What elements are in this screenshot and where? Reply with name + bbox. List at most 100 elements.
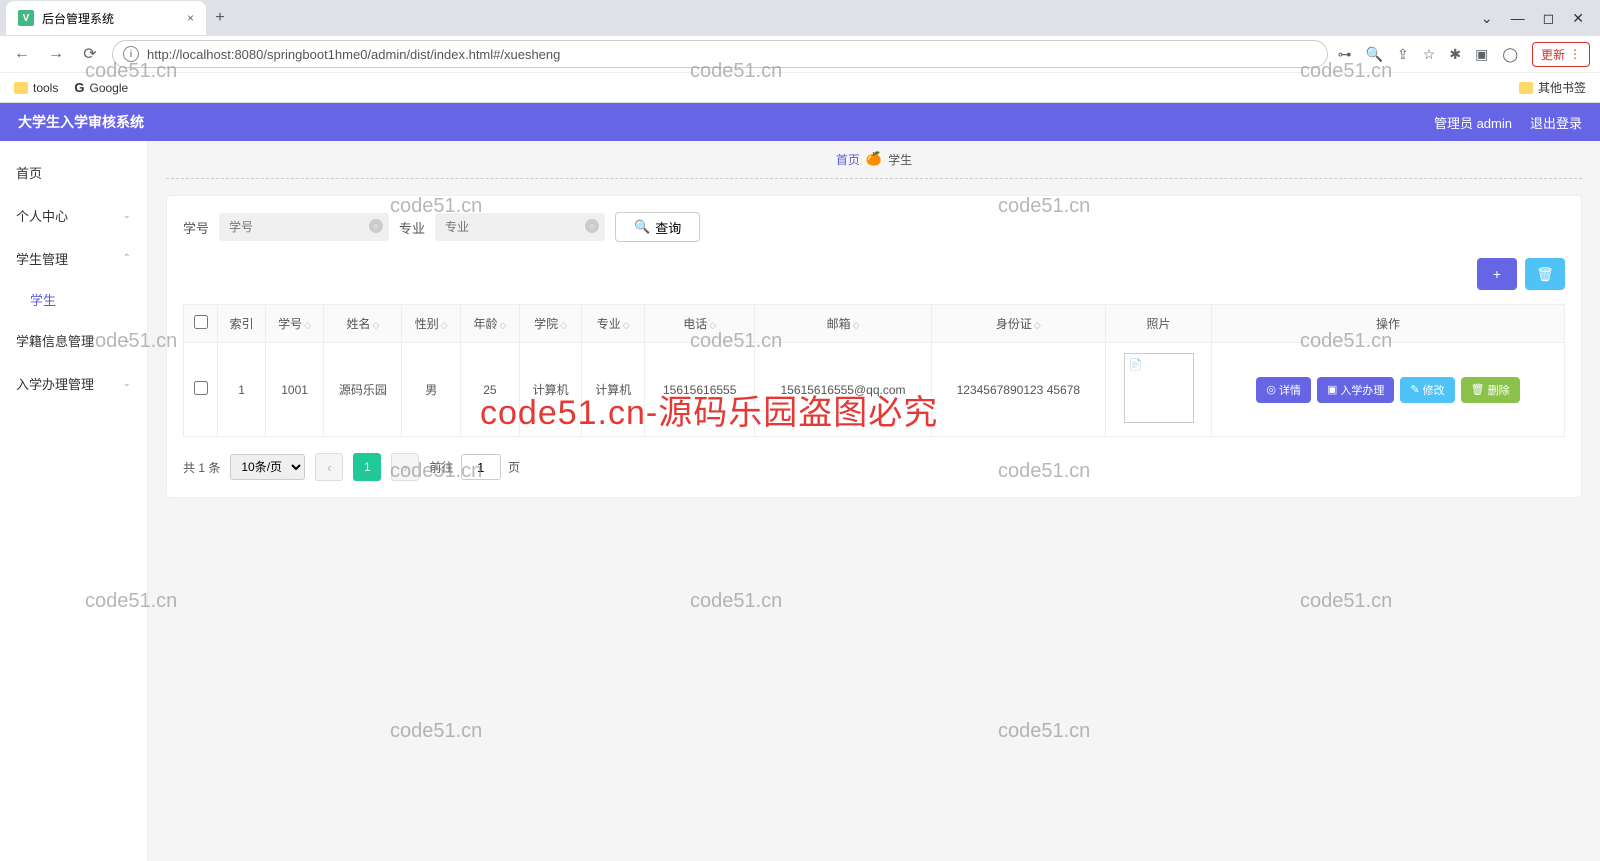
detail-button[interactable]: ◎详情	[1256, 377, 1311, 403]
col-major[interactable]: 专业◇	[582, 305, 645, 343]
tab-bar: V 后台管理系统 × + ⌄ — ◻ ✕	[0, 0, 1600, 36]
sidebar-item-enroll-mgmt[interactable]: 入学办理管理⌄	[0, 362, 147, 405]
reload-icon[interactable]: ⟳	[78, 44, 102, 64]
new-tab-button[interactable]: +	[206, 9, 234, 27]
sort-icon: ◇	[372, 320, 379, 330]
search-icon[interactable]: 🔍	[1366, 46, 1383, 63]
bookmark-google[interactable]: GGoogle	[74, 80, 128, 95]
chevron-down-icon: ⌄	[123, 335, 131, 346]
logout-link[interactable]: 退出登录	[1530, 113, 1582, 132]
search-input-major[interactable]	[435, 213, 605, 241]
extensions-icon[interactable]: ✱	[1449, 46, 1461, 63]
edit-button[interactable]: ✎修改	[1400, 377, 1454, 403]
clear-icon[interactable]: ○	[585, 219, 599, 233]
chevron-down-icon: ⌄	[123, 210, 131, 221]
content-card: 学号 ○ 专业 ○ 🔍查询 + 🗑 索引 学号◇ 姓名◇ 性别◇	[166, 195, 1582, 498]
chevron-down-icon[interactable]: ⌄	[1481, 10, 1493, 27]
sidebar-item-student-mgmt[interactable]: 学生管理⌃	[0, 237, 147, 280]
search-input-sno[interactable]	[219, 213, 389, 241]
col-index[interactable]: 索引	[218, 305, 265, 343]
back-icon[interactable]: ←	[10, 45, 34, 63]
main-content: 首页 🍊 学生 学号 ○ 专业 ○ 🔍查询 + 🗑 索引	[148, 141, 1600, 861]
url-field[interactable]: i http://localhost:8080/springboot1hme0/…	[112, 40, 1328, 68]
sort-icon: ◇	[499, 320, 506, 330]
close-tab-icon[interactable]: ×	[187, 11, 194, 25]
sidebar-item-status-mgmt[interactable]: 学籍信息管理⌄	[0, 319, 147, 362]
breadcrumb-current: 学生	[888, 151, 912, 168]
col-email[interactable]: 邮箱◇	[755, 305, 931, 343]
cell-email: 15615616555@qq.com	[755, 343, 931, 437]
data-table: 索引 学号◇ 姓名◇ 性别◇ 年龄◇ 学院◇ 专业◇ 电话◇ 邮箱◇ 身份证◇ …	[183, 304, 1565, 437]
add-button[interactable]: +	[1477, 258, 1517, 290]
col-phone[interactable]: 电话◇	[645, 305, 755, 343]
minimize-icon[interactable]: —	[1511, 10, 1525, 27]
enroll-button[interactable]: ▣入学办理	[1317, 377, 1394, 403]
col-name[interactable]: 姓名◇	[324, 305, 402, 343]
google-icon: G	[74, 80, 84, 95]
bookmark-tools[interactable]: tools	[14, 81, 58, 95]
col-sno[interactable]: 学号◇	[265, 305, 324, 343]
query-button[interactable]: 🔍查询	[615, 212, 700, 242]
forward-icon[interactable]: →	[44, 45, 68, 63]
sort-icon: ◇	[441, 320, 448, 330]
clear-icon[interactable]: ○	[369, 219, 383, 233]
cell-phone: 15615616555	[645, 343, 755, 437]
table-header-row: 索引 学号◇ 姓名◇ 性别◇ 年龄◇ 学院◇ 专业◇ 电话◇ 邮箱◇ 身份证◇ …	[184, 305, 1565, 343]
col-photo: 照片	[1106, 305, 1212, 343]
url-text: http://localhost:8080/springboot1hme0/ad…	[147, 47, 560, 62]
cell-gender: 男	[402, 343, 461, 437]
delete-button[interactable]: 🗑删除	[1461, 377, 1520, 403]
pagination: 共 1 条 10条/页 ‹ 1 › 前往 页	[183, 453, 1565, 481]
address-bar: ← → ⟳ i http://localhost:8080/springboot…	[0, 36, 1600, 72]
site-info-icon[interactable]: i	[123, 46, 139, 62]
folder-icon	[14, 82, 28, 94]
page-size-select[interactable]: 10条/页	[230, 454, 305, 480]
col-age[interactable]: 年龄◇	[461, 305, 520, 343]
sort-icon: ◇	[560, 320, 567, 330]
vue-favicon-icon: V	[18, 10, 34, 26]
maximize-icon[interactable]: ◻	[1543, 10, 1555, 27]
panel-icon[interactable]: ▣	[1475, 46, 1488, 63]
breadcrumb-home[interactable]: 首页	[836, 151, 860, 168]
bookmark-other[interactable]: 其他书签	[1519, 79, 1586, 96]
col-idcard[interactable]: 身份证◇	[931, 305, 1105, 343]
cell-photo	[1106, 343, 1212, 437]
sidebar-sub-student[interactable]: 学生	[0, 280, 147, 319]
browser-tab[interactable]: V 后台管理系统 ×	[6, 1, 206, 35]
cell-name: 源码乐园	[324, 343, 402, 437]
tab-title: 后台管理系统	[42, 10, 114, 27]
browser-chrome: V 后台管理系统 × + ⌄ — ◻ ✕ ← → ⟳ i http://loca…	[0, 0, 1600, 103]
star-icon[interactable]: ☆	[1423, 46, 1436, 63]
cell-college: 计算机	[519, 343, 582, 437]
row-checkbox[interactable]	[194, 381, 208, 395]
table-row: 1 1001 源码乐园 男 25 计算机 计算机 15615616555 156…	[184, 343, 1565, 437]
profile-icon[interactable]: ◯	[1502, 46, 1518, 63]
sidebar: 首页 个人中心⌄ 学生管理⌃ 学生 学籍信息管理⌄ 入学办理管理⌄	[0, 141, 148, 861]
window-controls: ⌄ — ◻ ✕	[1481, 10, 1600, 27]
next-page-button[interactable]: ›	[391, 453, 419, 481]
sort-icon: ◇	[623, 320, 630, 330]
share-icon[interactable]: ⇪	[1397, 46, 1409, 63]
search-label-sno: 学号	[183, 218, 209, 237]
page-jump-input[interactable]	[461, 454, 501, 480]
col-gender[interactable]: 性别◇	[402, 305, 461, 343]
toolbar-icons: ⊶ 🔍 ⇪ ☆ ✱ ▣ ◯ 更新⋮	[1338, 42, 1590, 67]
search-label-major: 专业	[399, 218, 425, 237]
cell-sno: 1001	[265, 343, 324, 437]
key-icon[interactable]: ⊶	[1338, 46, 1352, 63]
chevron-up-icon: ⌃	[123, 253, 131, 264]
chevron-down-icon: ⌄	[123, 378, 131, 389]
update-button[interactable]: 更新⋮	[1532, 42, 1590, 67]
bulk-delete-button[interactable]: 🗑	[1525, 258, 1565, 290]
sidebar-item-home[interactable]: 首页	[0, 151, 147, 194]
prev-page-button[interactable]: ‹	[315, 453, 343, 481]
broken-image-icon	[1124, 353, 1194, 423]
select-all-checkbox[interactable]	[194, 315, 208, 329]
col-ops: 操作	[1212, 305, 1565, 343]
sort-icon: ◇	[853, 320, 860, 330]
close-window-icon[interactable]: ✕	[1572, 10, 1584, 27]
user-label[interactable]: 管理员 admin	[1434, 113, 1512, 132]
col-college[interactable]: 学院◇	[519, 305, 582, 343]
sidebar-item-profile[interactable]: 个人中心⌄	[0, 194, 147, 237]
page-number-1[interactable]: 1	[353, 453, 381, 481]
